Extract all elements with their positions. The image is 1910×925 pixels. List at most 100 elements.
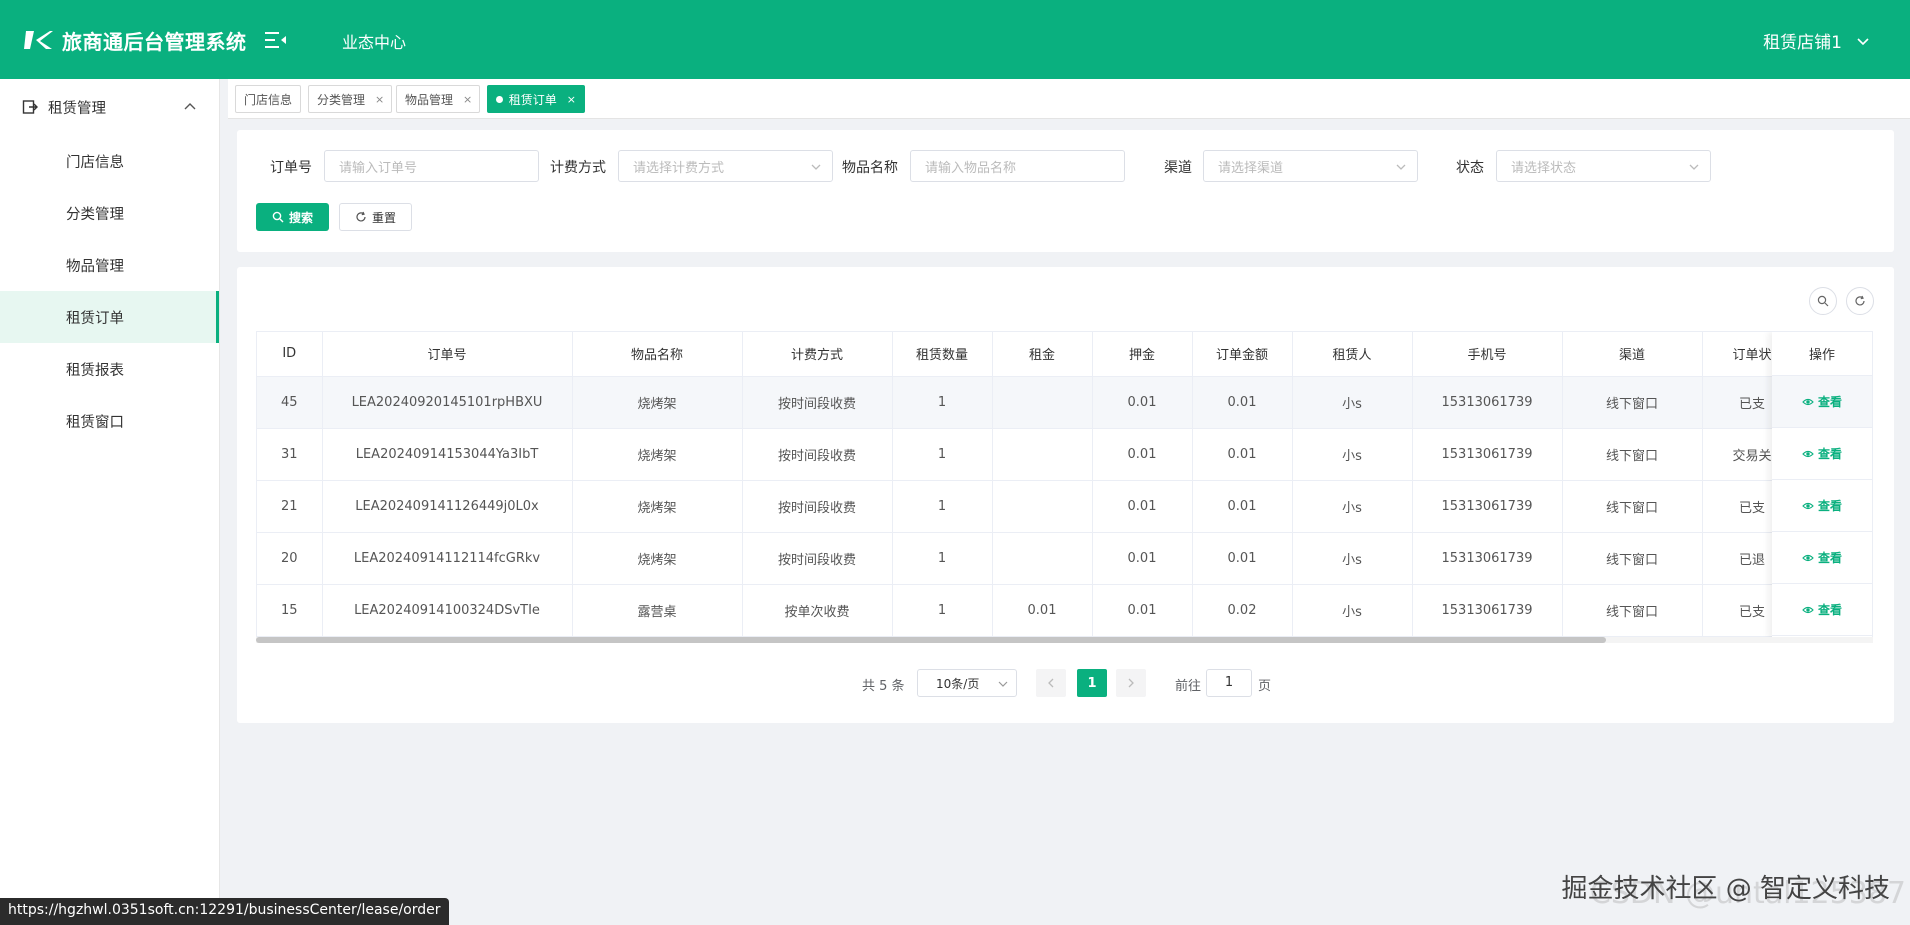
billing-label: 计费方式: [550, 160, 606, 176]
view-button[interactable]: 查看: [1772, 428, 1872, 480]
brand-logo-icon: [24, 31, 53, 49]
cell-order-no: LEA20240914112114fcGRkv: [322, 532, 573, 585]
cell-id: 31: [257, 428, 323, 481]
cell-renter: 小s: [1292, 480, 1413, 533]
cell-amount: 0.01: [1192, 428, 1293, 481]
cell-item: 烧烤架: [572, 376, 743, 429]
sidebar-item-category[interactable]: 分类管理: [0, 187, 219, 239]
item-name-label: 物品名称: [842, 160, 898, 176]
scrollbar-thumb[interactable]: [256, 637, 1606, 643]
watermark: 掘金技术社区 @ 智定义科技: [1561, 874, 1890, 904]
cell-deposit: 0.01: [1092, 376, 1193, 429]
cell-qty: 1: [892, 532, 993, 585]
sidebar-item-goods[interactable]: 物品管理: [0, 239, 219, 291]
item-name-input[interactable]: 请输入物品名称: [910, 150, 1125, 182]
tab-store-info[interactable]: 门店信息: [235, 85, 301, 113]
cell-item: 烧烤架: [572, 480, 743, 533]
cell-rent: [992, 480, 1093, 533]
view-label: 查看: [1817, 447, 1842, 461]
table-row[interactable]: 45 LEA20240920145101rpHBXU 烧烤架 按时间段收费 1 …: [257, 376, 1803, 429]
next-page-button[interactable]: [1116, 669, 1146, 697]
tab-goods[interactable]: 物品管理 ×: [396, 85, 480, 113]
total-count: 共 5 条: [862, 679, 905, 694]
cell-phone: 15313061739: [1412, 428, 1563, 481]
page-size-select[interactable]: 10条/页: [917, 669, 1017, 697]
sidebar-item-lease-order[interactable]: 租赁订单: [0, 291, 219, 343]
channel-select[interactable]: 请选择渠道: [1203, 150, 1418, 182]
page-number-current[interactable]: 1: [1077, 669, 1107, 697]
col-billing: 计费方式: [742, 332, 893, 377]
close-icon[interactable]: ×: [463, 93, 472, 106]
sidebar-item-store-info[interactable]: 门店信息: [0, 135, 219, 187]
prev-page-button[interactable]: [1036, 669, 1066, 697]
cell-qty: 1: [892, 480, 993, 533]
eye-icon: [1802, 606, 1814, 613]
col-order-no: 订单号: [322, 332, 573, 377]
order-table: ID 订单号 物品名称 计费方式 租赁数量 租金 押金 订单金额 租赁人 手机号…: [256, 331, 1873, 640]
status-select[interactable]: 请选择状态: [1496, 150, 1711, 182]
cell-phone: 15313061739: [1412, 480, 1563, 533]
cell-item: 烧烤架: [572, 532, 743, 585]
table-row[interactable]: 31 LEA20240914153044Ya3IbT 烧烤架 按时间段收费 1 …: [257, 428, 1803, 481]
app-logo[interactable]: 旅商通后台管理系统: [24, 26, 247, 54]
cell-id: 20: [257, 532, 323, 585]
goto-page-input[interactable]: 1: [1206, 669, 1252, 697]
tab-lease-order[interactable]: 租赁订单 ×: [487, 85, 585, 113]
sidebar-item-label: 物品管理: [66, 258, 124, 275]
col-rent: 租金: [992, 332, 1093, 377]
cell-channel: 线下窗口: [1562, 376, 1703, 429]
goto-label: 前往: [1175, 679, 1202, 694]
order-no-placeholder: 请输入订单号: [339, 160, 418, 176]
cell-order-no: LEA20240914153044Ya3IbT: [322, 428, 573, 481]
menu-fold-icon[interactable]: [265, 30, 287, 50]
table-row[interactable]: 20 LEA20240914112114fcGRkv 烧烤架 按时间段收费 1 …: [257, 532, 1803, 585]
reset-button[interactable]: 重置: [339, 203, 412, 231]
billing-select[interactable]: 请选择计费方式: [618, 150, 833, 182]
table-row[interactable]: 15 LEA20240914100324DSvTIe 露营桌 按单次收费 1 0…: [257, 584, 1803, 637]
view-button[interactable]: 查看: [1772, 480, 1872, 532]
close-icon[interactable]: ×: [567, 93, 576, 106]
view-button[interactable]: 查看: [1772, 376, 1872, 428]
status-label: 状态: [1456, 160, 1484, 176]
sidebar-item-label: 租赁窗口: [66, 414, 124, 431]
tab-category[interactable]: 分类管理 ×: [308, 85, 392, 113]
cell-qty: 1: [892, 376, 993, 429]
cell-id: 21: [257, 480, 323, 533]
col-qty: 租赁数量: [892, 332, 993, 377]
eye-icon: [1802, 398, 1814, 405]
refresh-button[interactable]: [1846, 287, 1874, 315]
horizontal-scrollbar[interactable]: [256, 637, 1873, 643]
cell-phone: 15313061739: [1412, 376, 1563, 429]
sidebar-group-lease[interactable]: 租赁管理: [0, 79, 219, 135]
search-icon: [272, 211, 284, 223]
cell-order-no: LEA20240920145101rpHBXU: [322, 376, 573, 429]
cell-renter: 小s: [1292, 428, 1413, 481]
nav-business-center[interactable]: 业态中心: [342, 29, 406, 53]
chevron-down-icon: [1689, 164, 1699, 170]
search-form: 订单号 请输入订单号 计费方式 请选择计费方式 物品名称 请输入物品名称 渠道 …: [237, 130, 1894, 252]
col-renter: 租赁人: [1292, 332, 1413, 377]
search-icon: [1817, 295, 1829, 307]
store-selector[interactable]: 租赁店铺1: [1763, 28, 1870, 53]
col-deposit: 押金: [1092, 332, 1193, 377]
sidebar: 租赁管理 门店信息 分类管理 物品管理 租赁订单 租赁报表 租赁窗口: [0, 79, 220, 925]
sidebar-item-lease-window[interactable]: 租赁窗口: [0, 395, 219, 447]
cell-billing: 按单次收费: [742, 584, 893, 637]
chevron-left-icon: [1048, 678, 1054, 688]
table-row[interactable]: 21 LEA202409141126449j0L0x 烧烤架 按时间段收费 1 …: [257, 480, 1803, 533]
tab-label: 分类管理: [317, 92, 366, 107]
cell-qty: 1: [892, 428, 993, 481]
close-icon[interactable]: ×: [375, 93, 384, 106]
active-dot-icon: [496, 95, 503, 103]
order-no-label: 订单号: [270, 160, 312, 176]
cell-deposit: 0.01: [1092, 532, 1193, 585]
page-size-value: 10条/页: [936, 676, 980, 691]
sidebar-item-lease-report[interactable]: 租赁报表: [0, 343, 219, 395]
order-no-input[interactable]: 请输入订单号: [324, 150, 539, 182]
toggle-search-button[interactable]: [1809, 287, 1837, 315]
view-button[interactable]: 查看: [1772, 532, 1872, 584]
cell-billing: 按时间段收费: [742, 532, 893, 585]
exit-box-icon: [22, 100, 38, 114]
view-button[interactable]: 查看: [1772, 584, 1872, 636]
search-button[interactable]: 搜索: [256, 203, 329, 231]
